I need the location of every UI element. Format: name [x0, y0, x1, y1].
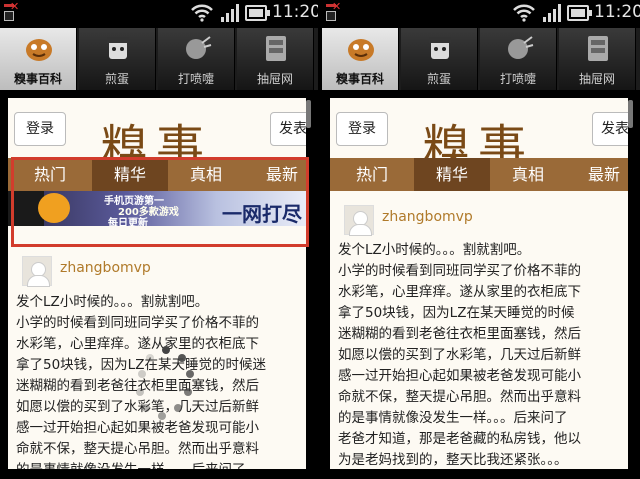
- tab-label: 糗事百科: [13, 72, 62, 86]
- ad-highlight-box: [11, 157, 309, 247]
- post-text: 发个LZ小时候的。。。割就割吧。 小学的时候看到同班同学买了价格不菲的 水彩笔，…: [338, 240, 628, 469]
- jiandan-icon: [429, 37, 451, 59]
- category-bar: 热门 精华 真相 最新: [330, 158, 628, 191]
- tab-label: 抽屉网: [578, 72, 615, 86]
- username[interactable]: zhangbomvp: [60, 260, 151, 276]
- tab-drawer[interactable]: 抽屉网: [237, 28, 314, 90]
- sneeze-icon: [186, 36, 212, 59]
- post-line: 感一过开始担心起如果被老爸发现可能小: [338, 368, 581, 384]
- signal-icon: [221, 3, 241, 22]
- web-content[interactable]: 登录 糗事 发表 热门 精华 真相 最新 zhangbomvp 发个LZ小时候的…: [330, 98, 628, 469]
- scrollbar[interactable]: [628, 100, 633, 128]
- post-button[interactable]: 发表: [270, 112, 306, 146]
- login-button[interactable]: 登录: [14, 112, 66, 146]
- clock: 11:20: [272, 2, 318, 22]
- tab-drawer[interactable]: 抽屉网: [559, 28, 636, 90]
- jiandan-icon: [107, 37, 129, 59]
- login-button[interactable]: 登录: [336, 112, 388, 146]
- tab-qiushi[interactable]: 糗事百科: [0, 28, 77, 90]
- tab-label: 打喷嚏: [499, 72, 536, 86]
- post-line: 水彩笔，心里痒痒。遂从家里的衣柜底下: [338, 284, 581, 300]
- post-line: 如愿以偿的买到了水彩笔，几天过后新鲜: [338, 347, 581, 363]
- web-content[interactable]: 登录 糗事 发表 热门 精华 真相 最新 手机页游第一 200多款游戏 每日更新…: [8, 98, 306, 469]
- notification-icon: ✕: [4, 0, 19, 21]
- loading-spinner-icon: [136, 346, 196, 436]
- clock: 11:20: [594, 2, 640, 22]
- post-button[interactable]: 发表: [592, 112, 628, 146]
- tab-jiandan[interactable]: 煎蛋: [401, 28, 478, 90]
- tab-label: 抽屉网: [256, 72, 293, 86]
- wifi-icon: [191, 4, 213, 22]
- status-bar: ✕ 11:20: [0, 0, 318, 26]
- app-tab-bar: 糗事百科 煎蛋 打喷嚏 抽屉网: [322, 28, 640, 90]
- qiushi-icon: [26, 39, 52, 61]
- post-line: 小学的时候看到同班同学买了价格不菲的: [338, 263, 581, 279]
- wifi-icon: [513, 4, 535, 22]
- post-line: 小学的时候看到同班同学买了价格不菲的: [16, 315, 259, 331]
- post-line: 发个LZ小时候的。。。割就割吧。: [338, 242, 531, 258]
- post-line: 拿了50块钱，因为LZ在某天睡觉的时候: [338, 305, 575, 321]
- tab-sneeze[interactable]: 打喷嚏: [480, 28, 557, 90]
- qiushi-icon: [348, 39, 374, 61]
- post-line: 命就不保，整天提心吊胆。然而出乎意料: [338, 389, 581, 405]
- tab-sneeze[interactable]: 打喷嚏: [158, 28, 235, 90]
- category-latest[interactable]: 最新: [566, 158, 628, 191]
- username[interactable]: zhangbomvp: [382, 209, 473, 225]
- battery-icon: [245, 5, 270, 21]
- avatar[interactable]: [22, 256, 52, 287]
- post-line: 发个LZ小时候的。。。割就割吧。: [16, 294, 209, 310]
- category-featured[interactable]: 精华: [414, 158, 490, 191]
- tab-label: 煎蛋: [104, 72, 129, 86]
- category-truth[interactable]: 真相: [490, 158, 566, 191]
- status-bar: ✕ 11:20: [322, 0, 640, 26]
- tab-jiandan[interactable]: 煎蛋: [79, 28, 156, 90]
- phone-screen-right: ✕ 11:20 糗事百科 煎蛋 打喷嚏 抽屉网 登录 糗事 发表 热门 精华 真…: [322, 0, 640, 479]
- post-line: 的是事情就像没发生一样。。。后来问了: [16, 460, 306, 469]
- tab-qiushi[interactable]: 糗事百科: [322, 28, 399, 90]
- drawer-icon: [266, 36, 286, 61]
- scrollbar[interactable]: [306, 100, 311, 128]
- tab-label: 打喷嚏: [177, 72, 214, 86]
- drawer-icon: [588, 36, 608, 61]
- notification-icon: ✕: [326, 0, 341, 21]
- post-line: 老爸才知道，那是老爸藏的私房钱，他以: [338, 431, 581, 447]
- post-line: 为是老妈找到的，整天比我还紧张。。。: [338, 452, 568, 468]
- app-tab-bar: 糗事百科 煎蛋 打喷嚏 抽屉网: [0, 28, 318, 90]
- post-line: 迷糊糊的看到老爸往衣柜里面塞钱，然后: [338, 326, 581, 342]
- post-line: 的是事情就像没发生一样。。。后来问了: [338, 410, 568, 426]
- phone-screen-left: ✕ 11:20 糗事百科 煎蛋 打喷嚏 抽屉网 登录 糗事 发表 热门 精华 真…: [0, 0, 318, 479]
- battery-icon: [567, 5, 592, 21]
- post-line: 命就不保，整天提心吊胆。然而出乎意料: [16, 441, 259, 457]
- signal-icon: [543, 3, 563, 22]
- avatar[interactable]: [344, 205, 374, 236]
- category-hot[interactable]: 热门: [330, 158, 414, 191]
- tab-label: 糗事百科: [335, 72, 384, 86]
- sneeze-icon: [508, 36, 534, 59]
- tab-label: 煎蛋: [426, 72, 451, 86]
